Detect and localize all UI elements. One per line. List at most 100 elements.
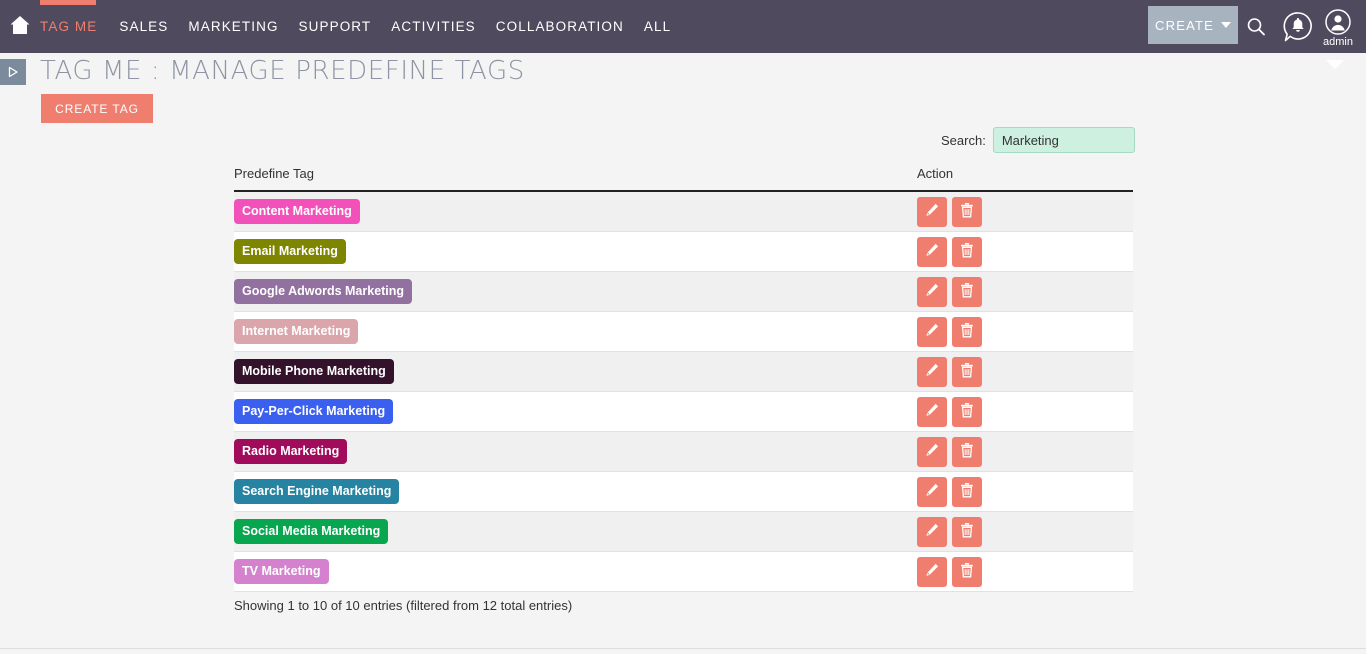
tags-table-container: Predefine Tag Action Content Marketing Em… bbox=[234, 166, 1133, 592]
tag-pill: Radio Marketing bbox=[234, 439, 348, 464]
table-row: Pay-Per-Click Marketing bbox=[234, 391, 1133, 432]
top-navbar: TAG ME SALES MARKETING SUPPORT ACTIVITIE… bbox=[0, 0, 1366, 53]
tag-pill: Google Adwords Marketing bbox=[234, 279, 413, 304]
edit-tag-button[interactable] bbox=[917, 196, 947, 227]
cell-predefine-tag: Radio Marketing bbox=[234, 431, 917, 472]
action-buttons bbox=[917, 316, 1133, 347]
column-header-action: Action bbox=[917, 166, 1133, 192]
cell-action bbox=[917, 351, 1133, 392]
cell-action bbox=[917, 431, 1133, 472]
create-tag-button[interactable]: CREATE TAG bbox=[41, 94, 153, 123]
delete-tag-button[interactable] bbox=[952, 396, 982, 427]
header-dropdown-caret-icon[interactable] bbox=[1326, 60, 1344, 69]
action-buttons bbox=[917, 196, 1133, 227]
trash-delete-icon bbox=[959, 442, 975, 462]
delete-tag-button[interactable] bbox=[952, 236, 982, 267]
nav-item-activities[interactable]: ACTIVITIES bbox=[391, 19, 496, 34]
edit-tag-button[interactable] bbox=[917, 476, 947, 507]
delete-tag-button[interactable] bbox=[952, 316, 982, 347]
table-row: Internet Marketing bbox=[234, 311, 1133, 352]
table-row: Google Adwords Marketing bbox=[234, 271, 1133, 312]
delete-tag-button[interactable] bbox=[952, 356, 982, 387]
search-label: Search: bbox=[941, 132, 986, 148]
edit-tag-button[interactable] bbox=[917, 356, 947, 387]
home-icon[interactable] bbox=[8, 13, 32, 37]
trash-delete-icon bbox=[959, 482, 975, 502]
cell-predefine-tag: Internet Marketing bbox=[234, 311, 917, 352]
table-header-row: Predefine Tag Action bbox=[234, 166, 1133, 192]
cell-predefine-tag: Social Media Marketing bbox=[234, 511, 917, 552]
pencil-edit-icon bbox=[924, 282, 940, 301]
expand-sidebar-icon[interactable] bbox=[0, 59, 26, 85]
pencil-edit-icon bbox=[924, 202, 940, 221]
pencil-edit-icon bbox=[924, 482, 940, 501]
tag-pill: Content Marketing bbox=[234, 199, 360, 224]
delete-tag-button[interactable] bbox=[952, 196, 982, 227]
pencil-edit-icon bbox=[924, 322, 940, 341]
cell-predefine-tag: Pay-Per-Click Marketing bbox=[234, 391, 917, 432]
pencil-edit-icon bbox=[924, 402, 940, 421]
cell-predefine-tag: Mobile Phone Marketing bbox=[234, 351, 917, 392]
table-body: Content Marketing Email Marketing Google A… bbox=[234, 191, 1133, 592]
trash-delete-icon bbox=[959, 322, 975, 342]
pencil-edit-icon bbox=[924, 242, 940, 261]
search-control: Search: bbox=[941, 127, 1135, 153]
user-name-label: admin bbox=[1323, 36, 1353, 48]
user-avatar-icon[interactable]: admin bbox=[1318, 2, 1358, 55]
action-buttons bbox=[917, 476, 1133, 507]
pencil-edit-icon bbox=[924, 522, 940, 541]
action-buttons bbox=[917, 436, 1133, 467]
trash-delete-icon bbox=[959, 282, 975, 302]
edit-tag-button[interactable] bbox=[917, 396, 947, 427]
edit-tag-button[interactable] bbox=[917, 556, 947, 587]
cell-predefine-tag: Search Engine Marketing bbox=[234, 471, 917, 512]
trash-delete-icon bbox=[959, 562, 975, 582]
table-row: Social Media Marketing bbox=[234, 511, 1133, 552]
tag-pill: TV Marketing bbox=[234, 559, 329, 584]
delete-tag-button[interactable] bbox=[952, 556, 982, 587]
pencil-edit-icon bbox=[924, 362, 940, 381]
table-header: Predefine Tag Action bbox=[234, 166, 1133, 192]
tag-pill: Email Marketing bbox=[234, 239, 346, 264]
nav-item-all[interactable]: ALL bbox=[644, 19, 691, 34]
cell-predefine-tag: TV Marketing bbox=[234, 551, 917, 592]
cell-action bbox=[917, 511, 1133, 552]
nav-links: TAG ME SALES MARKETING SUPPORT ACTIVITIE… bbox=[40, 19, 691, 34]
page-title: TAG ME : MANAGE PREDEFINE TAGS bbox=[40, 56, 525, 86]
delete-tag-button[interactable] bbox=[952, 276, 982, 307]
delete-tag-button[interactable] bbox=[952, 436, 982, 467]
action-buttons bbox=[917, 556, 1133, 587]
pencil-edit-icon bbox=[924, 562, 940, 581]
create-button[interactable]: CREATE bbox=[1148, 6, 1238, 44]
delete-tag-button[interactable] bbox=[952, 476, 982, 507]
trash-delete-icon bbox=[959, 522, 975, 542]
edit-tag-button[interactable] bbox=[917, 276, 947, 307]
edit-tag-button[interactable] bbox=[917, 316, 947, 347]
cell-action bbox=[917, 191, 1133, 232]
bell-notification-icon[interactable] bbox=[1278, 0, 1318, 53]
nav-item-collaboration[interactable]: COLLABORATION bbox=[496, 19, 644, 34]
delete-tag-button[interactable] bbox=[952, 516, 982, 547]
edit-tag-button[interactable] bbox=[917, 236, 947, 267]
nav-item-marketing[interactable]: MARKETING bbox=[188, 19, 298, 34]
create-button-label: CREATE bbox=[1155, 17, 1214, 33]
trash-delete-icon bbox=[959, 402, 975, 422]
nav-item-sales[interactable]: SALES bbox=[119, 19, 188, 34]
tags-table: Predefine Tag Action Content Marketing Em… bbox=[234, 166, 1133, 592]
nav-item-tag-me[interactable]: TAG ME bbox=[40, 19, 119, 34]
tag-pill: Social Media Marketing bbox=[234, 519, 389, 544]
edit-tag-button[interactable] bbox=[917, 436, 947, 467]
table-row: Content Marketing bbox=[234, 191, 1133, 232]
column-header-predefine-tag[interactable]: Predefine Tag bbox=[234, 166, 917, 192]
search-input[interactable] bbox=[992, 127, 1135, 153]
cell-action bbox=[917, 231, 1133, 272]
cell-action bbox=[917, 391, 1133, 432]
search-icon[interactable] bbox=[1236, 0, 1276, 53]
table-row: Radio Marketing bbox=[234, 431, 1133, 472]
active-nav-indicator bbox=[40, 0, 96, 5]
cell-predefine-tag: Content Marketing bbox=[234, 191, 917, 232]
cell-action bbox=[917, 271, 1133, 312]
edit-tag-button[interactable] bbox=[917, 516, 947, 547]
nav-item-support[interactable]: SUPPORT bbox=[299, 19, 392, 34]
tag-pill: Search Engine Marketing bbox=[234, 479, 400, 504]
